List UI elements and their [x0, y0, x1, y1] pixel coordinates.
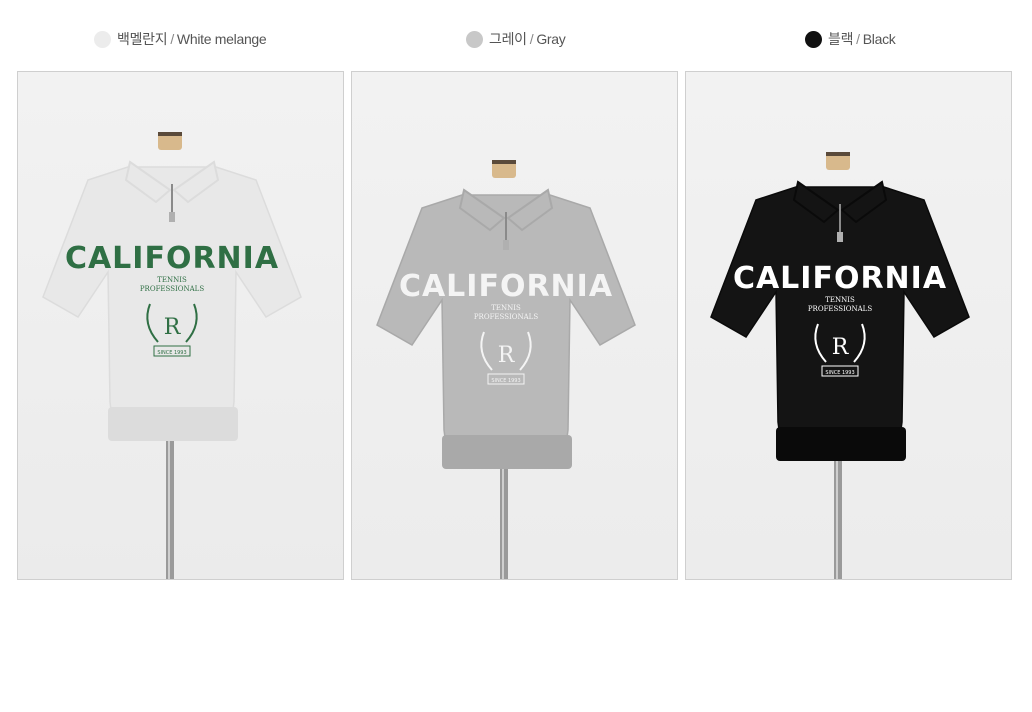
- product-photo-black: CALIFORNIA TENNIS PROFESSIONALS R SINCE 1993: [685, 71, 1012, 580]
- color-name-en: White melange: [176, 31, 267, 47]
- separator: /: [856, 31, 860, 47]
- zipper-pull: [837, 232, 843, 242]
- print-since-text: SINCE 1993: [825, 370, 854, 376]
- print-letter-r: R: [498, 343, 516, 368]
- print-professionals: PROFESSIONALS: [808, 305, 872, 313]
- print-california: CALIFORNIA: [399, 269, 613, 304]
- separator: /: [529, 31, 534, 47]
- color-name-ko: 백멜란지: [117, 31, 168, 47]
- color-option-black: 블랙 / Black: [805, 29, 896, 49]
- color-option-gray: 그레이 / Gray: [466, 29, 566, 49]
- product-photo-white-melange: CALIFORNIA TENNIS PROFESSIONALS R SINCE 1993: [17, 71, 344, 580]
- shirt-hem-band: [776, 427, 906, 461]
- print-tennis: TENNIS: [825, 296, 855, 304]
- shirt-hem-band: [108, 407, 238, 441]
- color-name-en: Black: [862, 31, 896, 47]
- print-tennis: TENNIS: [491, 304, 521, 312]
- print-letter-r: R: [832, 335, 850, 360]
- zipper-pull: [169, 212, 175, 222]
- print-california: CALIFORNIA: [733, 261, 947, 296]
- print-since-text: SINCE 1993: [491, 378, 520, 384]
- shirt-hem-band: [442, 435, 572, 469]
- white-melange-swatch-dot: [94, 30, 111, 48]
- print-professionals: PROFESSIONALS: [140, 285, 204, 293]
- product-photo-gray: CALIFORNIA TENNIS PROFESSIONALS R SINCE 1993: [351, 71, 678, 580]
- color-name-ko: 블랙: [828, 31, 854, 47]
- black-swatch-dot: [805, 30, 822, 48]
- print-tennis: TENNIS: [157, 276, 187, 284]
- color-name-en: Gray: [536, 31, 566, 47]
- zipper-pull: [503, 240, 509, 250]
- separator: /: [170, 31, 174, 47]
- color-name-ko: 그레이: [489, 31, 527, 47]
- print-since-text: SINCE 1993: [157, 350, 186, 356]
- print-california: CALIFORNIA: [65, 241, 279, 276]
- color-option-white-melange: 백멜란지 / White melange: [94, 29, 267, 49]
- print-professionals: PROFESSIONALS: [474, 313, 538, 321]
- gray-swatch-dot: [466, 30, 483, 48]
- print-letter-r: R: [164, 315, 182, 340]
